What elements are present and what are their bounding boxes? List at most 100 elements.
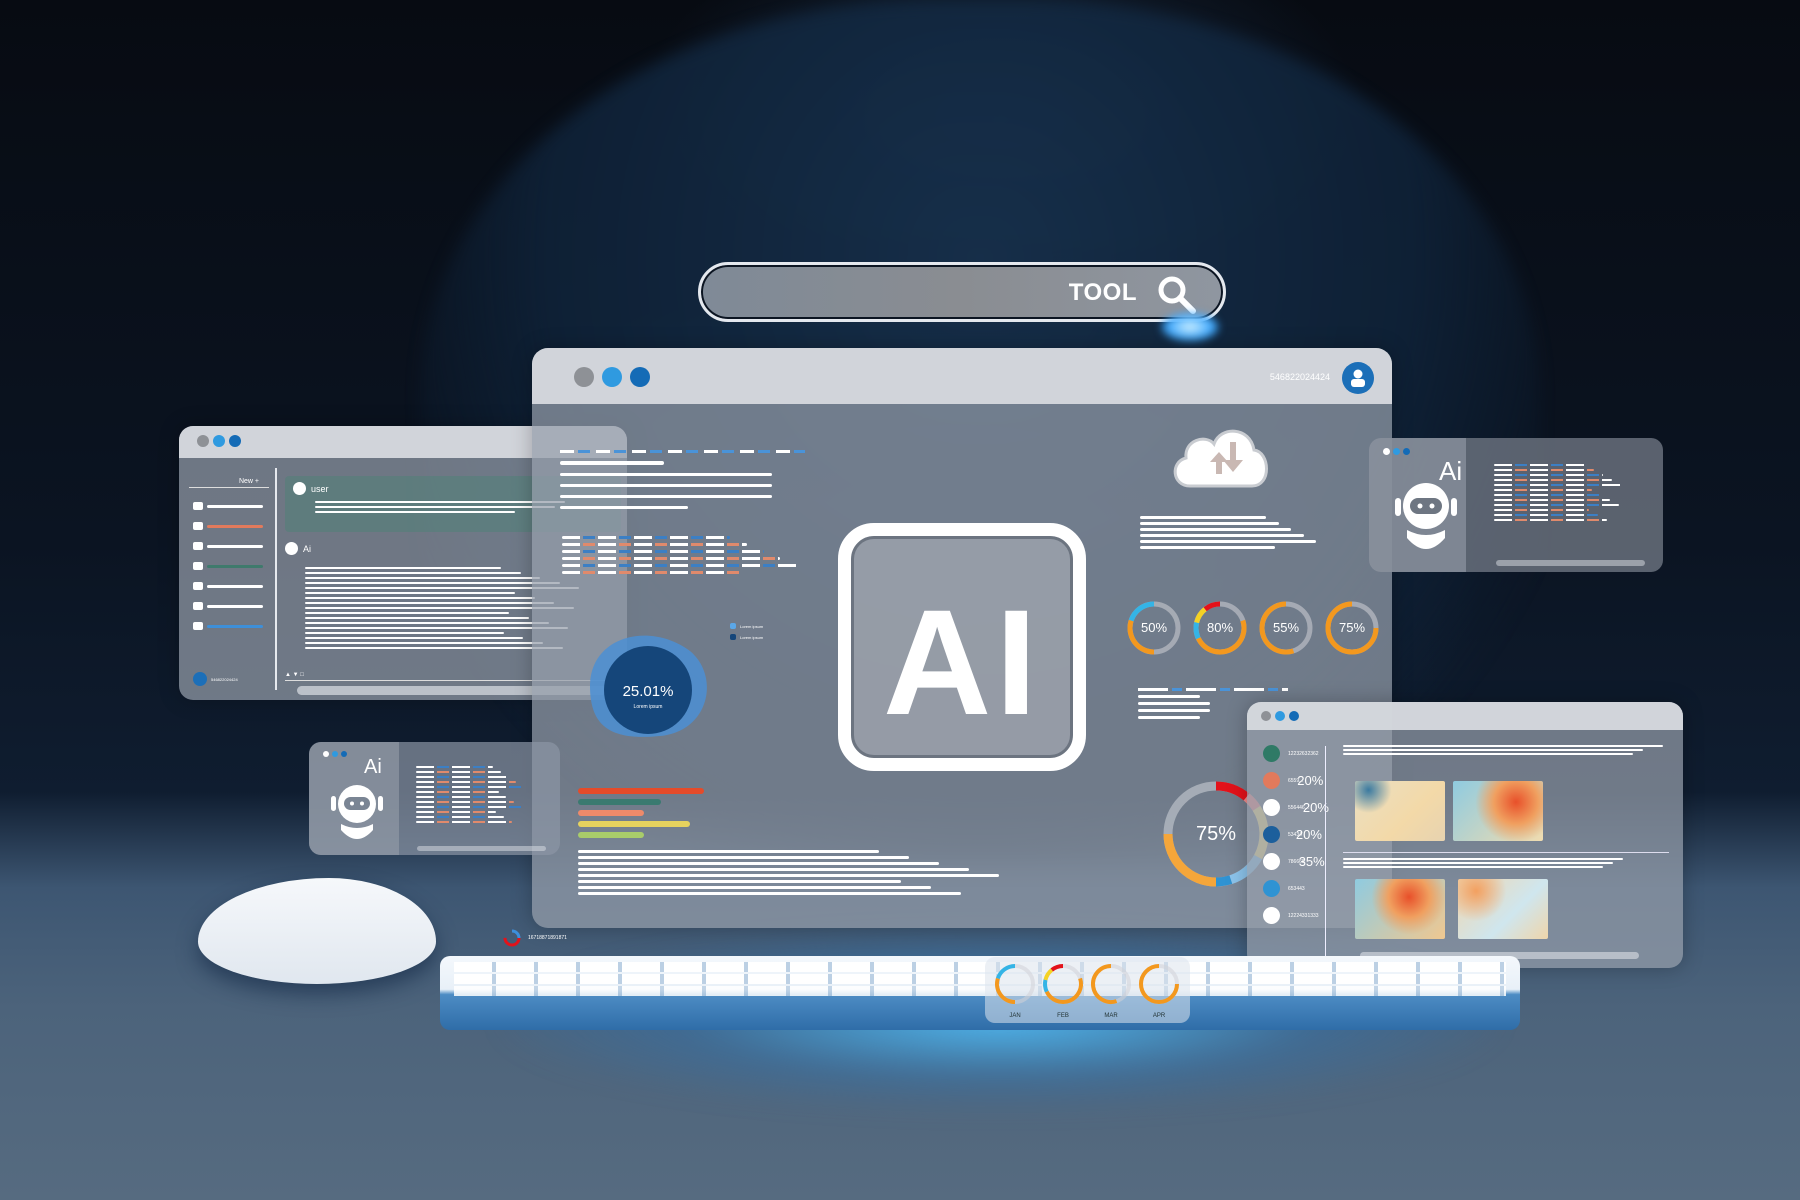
contact-item[interactable]: 12232632362	[1263, 740, 1329, 767]
text-line	[578, 874, 1000, 877]
post-text	[1343, 858, 1623, 868]
user-avatar[interactable]	[1342, 362, 1374, 394]
chat-bubble-icon	[193, 562, 203, 570]
ai-label: Ai	[303, 543, 312, 554]
feedback-icons[interactable]: ▲ ▼ □	[285, 672, 304, 678]
month-label: FEB	[1057, 1013, 1069, 1019]
window-dot-blue[interactable]	[229, 435, 241, 447]
window-dot-lightblue[interactable]	[213, 435, 225, 447]
user-avatar[interactable]	[193, 672, 207, 686]
ai-card-left: Ai	[309, 742, 560, 855]
legend-label: Lorem ipsum	[740, 623, 764, 629]
big-ring-label: 75%	[1196, 823, 1236, 845]
robot-icon	[331, 785, 383, 839]
chat-history-item[interactable]	[193, 576, 275, 596]
monthly-rings-panel: JAN FEB MAR APR	[985, 957, 1190, 1023]
text-line	[1494, 499, 1610, 501]
image-thumbnail[interactable]	[1453, 781, 1543, 841]
window-dot-lightblue[interactable]	[602, 367, 622, 387]
contact-item[interactable]: 653443	[1263, 875, 1329, 902]
legend-item: Lorem ipsum	[730, 634, 763, 640]
legend-label: Lorem ipsum	[740, 634, 764, 640]
text-line	[1140, 546, 1275, 549]
keyboard	[440, 956, 1520, 1030]
contact-avatar	[1263, 880, 1280, 897]
window-dot[interactable]	[323, 751, 329, 757]
search-bar[interactable]: TOOL	[698, 262, 1226, 322]
ai-logo[interactable]: AI	[838, 523, 1086, 771]
text-line	[416, 776, 509, 778]
month-label: JAN	[1009, 1013, 1020, 1019]
chat-title	[207, 624, 263, 628]
text-line	[416, 781, 517, 783]
touch-glow	[1160, 312, 1220, 342]
window-dot[interactable]	[1403, 448, 1410, 455]
text-line	[1494, 474, 1604, 476]
chat-history-item[interactable]	[193, 516, 275, 536]
text-line	[305, 647, 563, 649]
contact-avatar	[1263, 799, 1280, 816]
text-line	[1494, 469, 1595, 471]
search-icon[interactable]	[1155, 273, 1199, 317]
contact-percent: 20%	[1297, 773, 1324, 788]
bar-chart	[578, 788, 704, 843]
window-dot-gray[interactable]	[574, 367, 594, 387]
chat-bubble-icon	[193, 522, 203, 530]
image-thumbnail[interactable]	[1355, 781, 1445, 841]
text-line	[305, 632, 504, 634]
window-dot-gray[interactable]	[1261, 711, 1271, 721]
window-dot[interactable]	[1393, 448, 1400, 455]
text-line	[416, 766, 493, 768]
text-line	[562, 564, 798, 567]
window-dot[interactable]	[332, 751, 338, 757]
text-line	[416, 811, 497, 813]
contact-item[interactable]: 786668 35%	[1263, 848, 1329, 875]
donut-caption: Lorem ipsum	[634, 704, 663, 710]
window-dot-gray[interactable]	[197, 435, 209, 447]
chat-history-item[interactable]	[193, 496, 275, 516]
image-thumbnail[interactable]	[1355, 879, 1445, 939]
legend-item: Lorem ipsum	[730, 623, 763, 629]
sync-icon	[503, 929, 521, 947]
text-line	[562, 557, 781, 560]
contact-item[interactable]: 6559... 20%	[1263, 767, 1329, 794]
ai-card-input[interactable]	[1496, 560, 1645, 566]
text-line	[1140, 540, 1317, 543]
text-line	[578, 892, 961, 895]
text-block-top	[560, 450, 805, 509]
chat-history-item[interactable]	[193, 596, 275, 616]
window-dot-blue[interactable]	[630, 367, 650, 387]
window-dot-lightblue[interactable]	[1275, 711, 1285, 721]
contact-id: 653443	[1288, 885, 1305, 892]
text-line	[562, 543, 747, 546]
text-line	[578, 886, 931, 889]
chat-history-item[interactable]	[193, 536, 275, 556]
ring-segment	[1044, 977, 1083, 1004]
feed-window: 12232632362 6559... 20% 556446... 20% 53434 20…	[1247, 702, 1683, 968]
cloud-sync-icon[interactable]	[1168, 418, 1272, 492]
chat-history-item[interactable]	[193, 616, 275, 636]
image-thumbnail[interactable]	[1458, 879, 1548, 939]
window-dot-blue[interactable]	[1289, 711, 1299, 721]
user-id: 546822024424	[211, 676, 238, 682]
text-line	[416, 821, 512, 823]
text-line	[305, 627, 569, 629]
cloud-text	[1140, 516, 1317, 549]
ring-segment	[995, 964, 1016, 980]
contact-list: 12232632362 6559... 20% 556446... 20% 53434 20…	[1263, 740, 1329, 929]
contact-item[interactable]: 53434 20%	[1263, 821, 1329, 848]
text-line	[1140, 522, 1279, 525]
text-line	[305, 597, 535, 599]
chat-history-item[interactable]	[193, 556, 275, 576]
contact-avatar	[1263, 853, 1280, 870]
window-dot[interactable]	[341, 751, 347, 757]
text-line	[416, 816, 504, 818]
window-dot[interactable]	[1383, 448, 1390, 455]
user-icon	[293, 482, 306, 495]
contact-item[interactable]: 556446... 20%	[1263, 794, 1329, 821]
new-chat-button[interactable]: New +	[239, 478, 259, 485]
contact-item[interactable]: 12224331333	[1263, 902, 1329, 929]
ring-label: 75%	[1339, 620, 1365, 635]
ai-card-input[interactable]	[417, 846, 546, 851]
sync-id: 16718871891871	[528, 935, 567, 941]
